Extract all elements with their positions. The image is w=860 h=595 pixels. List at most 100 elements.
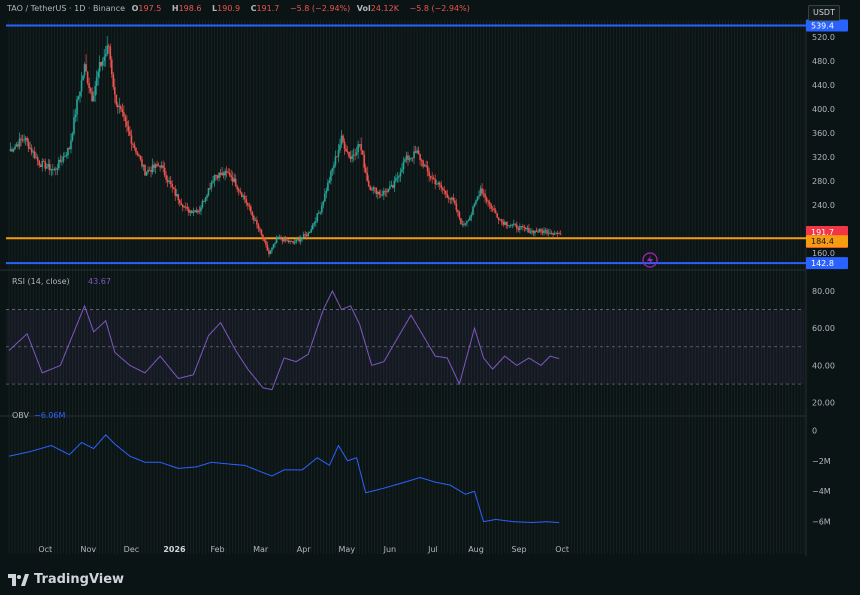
candle <box>59 159 62 162</box>
candle <box>298 239 300 242</box>
candle <box>284 237 287 241</box>
candle <box>151 164 154 173</box>
candle <box>443 189 446 191</box>
currency-button[interactable]: USDT <box>808 5 840 21</box>
price-tick-label: 480.0 <box>812 57 835 66</box>
candle <box>71 133 74 141</box>
candle <box>123 112 125 117</box>
candle <box>70 140 72 150</box>
candle <box>203 201 205 202</box>
time-tick-label: Oct <box>38 545 52 554</box>
candle <box>124 116 127 122</box>
candle <box>466 221 468 224</box>
candle <box>528 228 530 233</box>
candle <box>44 161 47 169</box>
candle <box>136 152 139 155</box>
candle <box>183 206 186 208</box>
brand-label: TradingView <box>34 572 125 587</box>
candle <box>375 187 378 194</box>
candle <box>348 151 350 157</box>
candle <box>478 195 480 197</box>
candle <box>422 160 424 167</box>
candle <box>222 172 225 176</box>
candle <box>145 172 148 176</box>
candle <box>221 172 223 175</box>
candle <box>239 190 242 193</box>
candle <box>546 230 548 234</box>
candle <box>256 219 258 225</box>
candle <box>419 153 421 161</box>
candle <box>541 230 544 233</box>
candle <box>263 239 266 241</box>
candle <box>174 188 177 196</box>
candle <box>401 169 403 173</box>
candle <box>195 210 198 213</box>
price-tick-label: 440.0 <box>812 81 835 90</box>
candle <box>76 99 78 115</box>
candle <box>399 172 402 177</box>
candle <box>50 169 53 171</box>
candle <box>30 147 33 153</box>
bottom-blue-badge-text: 142.8 <box>811 259 834 268</box>
candle <box>547 232 550 234</box>
candle <box>200 207 202 212</box>
candle <box>253 215 255 221</box>
candle <box>117 104 119 108</box>
candle <box>420 160 423 161</box>
candle <box>257 224 260 229</box>
candle <box>416 150 418 153</box>
candle <box>389 186 391 189</box>
candle <box>281 239 284 242</box>
candle <box>378 191 381 195</box>
candle <box>315 221 317 223</box>
chart-canvas[interactable]: 520.0 480.0 440.0 400.0 360.0 320.0 280.0 240.0… <box>0 0 860 591</box>
candle <box>321 205 323 213</box>
candle <box>367 180 370 187</box>
candle <box>265 240 267 246</box>
candle <box>526 228 529 230</box>
candle <box>213 175 216 182</box>
candle <box>163 167 166 176</box>
candle <box>53 168 56 170</box>
candle <box>363 154 365 168</box>
candle <box>464 223 467 225</box>
candle <box>473 203 476 207</box>
close-value: 191.7 <box>256 4 280 13</box>
candle <box>407 155 409 160</box>
candle <box>476 196 479 201</box>
candle <box>383 190 385 195</box>
candle <box>11 149 13 152</box>
candle <box>118 106 121 108</box>
candle <box>225 171 228 173</box>
candle <box>189 210 192 213</box>
candle <box>150 170 152 173</box>
candle <box>159 165 161 168</box>
candle <box>209 188 211 189</box>
candle <box>398 176 400 178</box>
candle <box>33 151 36 159</box>
candle <box>115 94 118 105</box>
candle <box>12 149 15 152</box>
candle <box>64 155 66 157</box>
candle <box>153 164 155 168</box>
candle <box>369 186 372 190</box>
candle <box>180 203 183 205</box>
candle <box>92 95 95 102</box>
candle <box>29 147 31 149</box>
candle <box>523 227 526 228</box>
candle <box>91 91 93 102</box>
candle <box>160 165 163 168</box>
candle <box>104 53 107 57</box>
candle <box>259 228 261 230</box>
candle <box>113 87 116 95</box>
symbol-title[interactable]: TAO / TetherUS · 1D · Binance <box>7 4 125 13</box>
candle <box>470 214 473 217</box>
candle <box>65 155 68 156</box>
chart-window: 520.0 480.0 440.0 400.0 360.0 320.0 280.0 240.0… <box>0 0 860 591</box>
candle <box>390 184 393 187</box>
candle <box>162 165 164 168</box>
tradingview-logo[interactable]: TradingView <box>8 572 124 587</box>
open-value: 197.5 <box>138 4 162 13</box>
candle <box>532 230 535 234</box>
candle <box>333 164 335 169</box>
